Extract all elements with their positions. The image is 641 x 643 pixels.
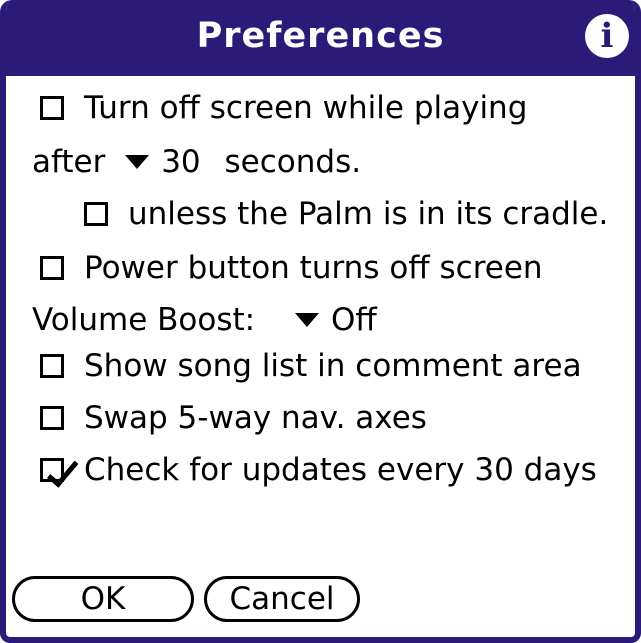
check-updates-label: Check for updates every 30 days	[84, 452, 597, 488]
check-updates-checkbox[interactable]	[40, 457, 64, 482]
volume-boost-value: Off	[330, 302, 377, 338]
volume-boost-label: Volume Boost:	[32, 302, 256, 338]
show-song-list-checkbox[interactable]	[40, 353, 64, 378]
power-button-row[interactable]: Power button turns off screen	[40, 244, 543, 292]
turn-off-screen-checkbox[interactable]	[40, 95, 64, 120]
after-prefix-label: after	[32, 144, 106, 180]
show-song-list-row[interactable]: Show song list in comment area	[40, 342, 582, 390]
after-seconds-popup[interactable]: 30	[125, 144, 201, 180]
swap-axes-label: Swap 5-way nav. axes	[84, 400, 427, 436]
info-icon[interactable]: i	[585, 14, 629, 58]
turn-off-screen-label: Turn off screen while playing	[84, 90, 528, 126]
power-button-checkbox[interactable]	[40, 255, 64, 280]
after-suffix-label: seconds.	[224, 144, 362, 180]
popup-triangle-icon	[125, 154, 150, 169]
unless-cradle-label: unless the Palm is in its cradle.	[128, 196, 609, 232]
after-seconds-row: after 30 seconds.	[32, 138, 361, 186]
swap-axes-row[interactable]: Swap 5-way nav. axes	[40, 394, 427, 442]
swap-axes-checkbox[interactable]	[40, 405, 64, 430]
unless-cradle-checkbox[interactable]	[84, 201, 108, 226]
dialog-title: Preferences	[196, 16, 445, 56]
title-bar: Preferences i	[6, 0, 635, 76]
volume-boost-popup[interactable]: Off	[294, 302, 377, 338]
cancel-button[interactable]: Cancel	[204, 576, 360, 622]
preferences-dialog: Preferences i Turn off screen while play…	[0, 0, 641, 643]
show-song-list-label: Show song list in comment area	[84, 348, 582, 384]
after-seconds-value: 30	[161, 144, 201, 180]
turn-off-screen-row[interactable]: Turn off screen while playing	[40, 84, 527, 132]
power-button-label: Power button turns off screen	[84, 250, 543, 286]
volume-boost-row: Volume Boost: Off	[32, 296, 377, 344]
check-updates-row[interactable]: Check for updates every 30 days	[40, 446, 597, 494]
unless-cradle-row[interactable]: unless the Palm is in its cradle.	[84, 190, 608, 238]
popup-triangle-icon	[294, 312, 319, 327]
ok-button[interactable]: OK	[12, 576, 194, 622]
